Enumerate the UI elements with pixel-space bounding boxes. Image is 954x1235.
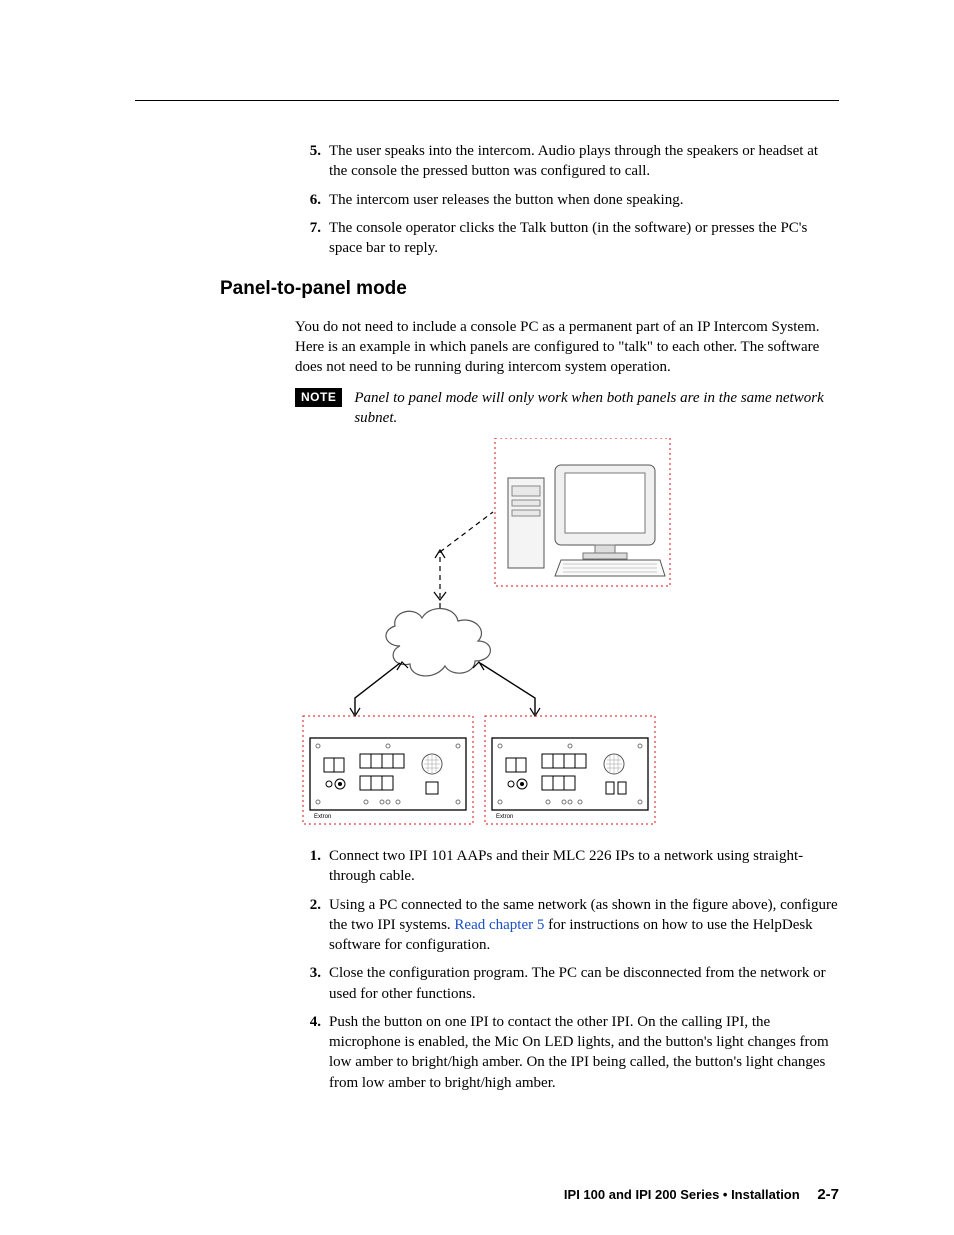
list-text: Connect two IPI 101 AAPs and their MLC 2… (329, 846, 839, 887)
panel-to-panel-diagram: Extron (295, 438, 675, 828)
list-text: The user speaks into the intercom. Audio… (329, 141, 839, 182)
list-number: 6. (295, 190, 329, 210)
footer-page-number: 2-7 (817, 1186, 839, 1203)
list-number: 7. (295, 218, 329, 259)
list-item: 1.Connect two IPI 101 AAPs and their MLC… (295, 846, 839, 887)
list-number: 2. (295, 895, 329, 956)
list-number: 4. (295, 1012, 329, 1093)
list-number: 5. (295, 141, 329, 182)
page-footer: IPI 100 and IPI 200 Series • Installatio… (564, 1185, 839, 1205)
list-text: The console operator clicks the Talk but… (329, 218, 839, 259)
list-item: 2.Using a PC connected to the same netwo… (295, 895, 839, 956)
intro-paragraph: You do not need to include a console PC … (295, 317, 839, 378)
list-item: 6.The intercom user releases the button … (295, 190, 839, 210)
footer-title: IPI 100 and IPI 200 Series • Installatio… (564, 1187, 800, 1202)
list-item: 3.Close the configuration program. The P… (295, 963, 839, 1004)
steps-list: 1.Connect two IPI 101 AAPs and their MLC… (135, 846, 839, 1093)
continued-list: 5.The user speaks into the intercom. Aud… (135, 141, 839, 258)
list-text: Using a PC connected to the same network… (329, 895, 839, 956)
list-item: 5.The user speaks into the intercom. Aud… (295, 141, 839, 182)
list-number: 1. (295, 846, 329, 887)
section-heading: Panel-to-panel mode (220, 276, 839, 302)
list-text: Close the configuration program. The PC … (329, 963, 839, 1004)
panel-brand-label: Extron (496, 814, 513, 820)
note-text: Panel to panel mode will only work when … (354, 388, 839, 429)
note-badge: NOTE (295, 388, 342, 407)
note-block: NOTE Panel to panel mode will only work … (295, 388, 839, 429)
list-number: 3. (295, 963, 329, 1004)
list-text: Push the button on one IPI to contact th… (329, 1012, 839, 1093)
list-item: 7.The console operator clicks the Talk b… (295, 218, 839, 259)
panel-brand-label: Extron (314, 814, 331, 820)
list-text: The intercom user releases the button wh… (329, 190, 839, 210)
cross-ref-link[interactable]: Read chapter 5 (454, 917, 544, 933)
top-rule (135, 100, 839, 101)
list-item: 4.Push the button on one IPI to contact … (295, 1012, 839, 1093)
